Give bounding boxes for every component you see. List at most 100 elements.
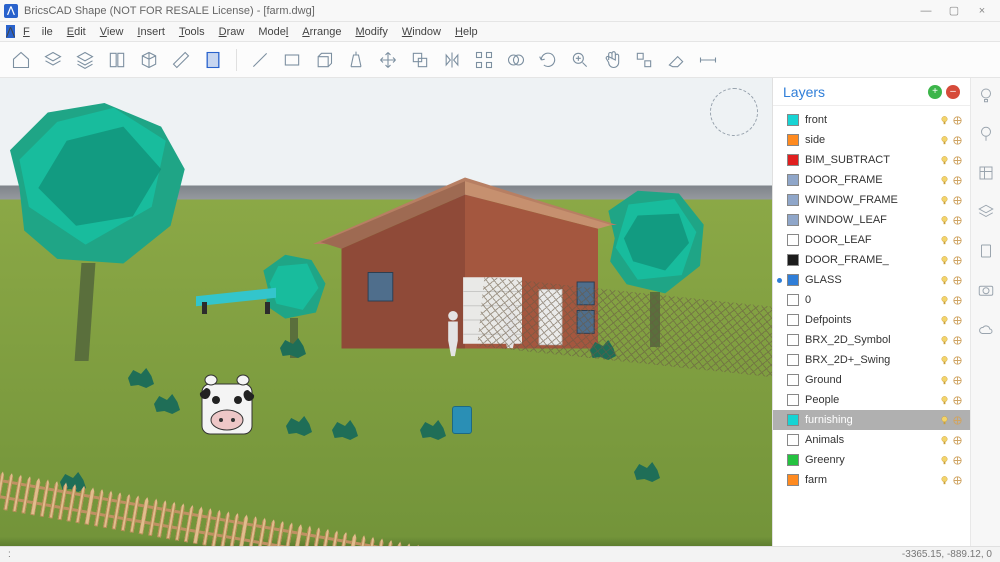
- view-compass-icon[interactable]: [710, 88, 758, 136]
- close-button[interactable]: ×: [968, 2, 996, 20]
- copy-icon[interactable]: [409, 49, 431, 71]
- menu-draw[interactable]: Draw: [213, 24, 251, 40]
- layer-row[interactable]: front: [773, 110, 970, 130]
- add-layer-button[interactable]: +: [928, 85, 942, 99]
- ruler-icon[interactable]: [170, 49, 192, 71]
- visibility-icon[interactable]: [938, 375, 951, 386]
- freeze-icon[interactable]: [951, 455, 964, 466]
- layer-row[interactable]: 0: [773, 290, 970, 310]
- line-icon[interactable]: [249, 49, 271, 71]
- menu-edit[interactable]: Edit: [61, 24, 92, 40]
- layers-stack-icon[interactable]: [42, 49, 64, 71]
- freeze-icon[interactable]: [951, 395, 964, 406]
- visibility-icon[interactable]: [938, 135, 951, 146]
- freeze-icon[interactable]: [951, 375, 964, 386]
- array-icon[interactable]: [473, 49, 495, 71]
- erase-icon[interactable]: [665, 49, 687, 71]
- cube-icon[interactable]: [138, 49, 160, 71]
- layer-row[interactable]: Animals: [773, 430, 970, 450]
- layer-row[interactable]: DOOR_FRAME: [773, 170, 970, 190]
- minimize-button[interactable]: —: [912, 2, 940, 20]
- visibility-icon[interactable]: [938, 155, 951, 166]
- mirror-icon[interactable]: [441, 49, 463, 71]
- visibility-icon[interactable]: [938, 215, 951, 226]
- visibility-icon[interactable]: [938, 335, 951, 346]
- visibility-icon[interactable]: [938, 275, 951, 286]
- visibility-icon[interactable]: [938, 195, 951, 206]
- freeze-icon[interactable]: [951, 295, 964, 306]
- maximize-button[interactable]: ▢: [940, 2, 968, 20]
- visibility-icon[interactable]: [938, 115, 951, 126]
- menu-window[interactable]: Window: [396, 24, 447, 40]
- layer-list[interactable]: frontsideBIM_SUBTRACTDOOR_FRAMEWINDOW_FR…: [773, 106, 970, 546]
- layers-stack2-icon[interactable]: [74, 49, 96, 71]
- freeze-icon[interactable]: [951, 135, 964, 146]
- rotate-icon[interactable]: [537, 49, 559, 71]
- layer-row[interactable]: BIM_SUBTRACT: [773, 150, 970, 170]
- menu-insert[interactable]: Insert: [131, 24, 171, 40]
- box-icon[interactable]: [313, 49, 335, 71]
- layer-row[interactable]: furnishing: [773, 410, 970, 430]
- visibility-icon[interactable]: [938, 355, 951, 366]
- layer-row[interactable]: GLASS: [773, 270, 970, 290]
- visibility-icon[interactable]: [938, 435, 951, 446]
- layer-row[interactable]: side: [773, 130, 970, 150]
- freeze-icon[interactable]: [951, 155, 964, 166]
- menu-arrange[interactable]: Arrange: [296, 24, 347, 40]
- app-menu-icon[interactable]: ⋀: [6, 25, 15, 38]
- visibility-icon[interactable]: [938, 475, 951, 486]
- freeze-icon[interactable]: [951, 215, 964, 226]
- move-icon[interactable]: [377, 49, 399, 71]
- menu-file[interactable]: File: [17, 24, 59, 40]
- visibility-icon[interactable]: [938, 255, 951, 266]
- freeze-icon[interactable]: [951, 355, 964, 366]
- layer-row[interactable]: WINDOW_LEAF: [773, 210, 970, 230]
- materials-icon[interactable]: [977, 164, 995, 187]
- home-icon[interactable]: [10, 49, 32, 71]
- menu-modify[interactable]: Modify: [349, 24, 393, 40]
- section-icon[interactable]: [202, 49, 224, 71]
- visibility-icon[interactable]: [938, 235, 951, 246]
- layer-row[interactable]: DOOR_FRAME_: [773, 250, 970, 270]
- stack-icon[interactable]: [977, 203, 995, 226]
- visibility-icon[interactable]: [938, 315, 951, 326]
- freeze-icon[interactable]: [951, 235, 964, 246]
- structure-icon[interactable]: [977, 242, 995, 265]
- layer-row[interactable]: Greenry: [773, 450, 970, 470]
- pan-icon[interactable]: [601, 49, 623, 71]
- layer-row[interactable]: Defpoints: [773, 310, 970, 330]
- menu-model[interactable]: Model: [252, 24, 294, 40]
- menu-view[interactable]: View: [94, 24, 130, 40]
- menu-tools[interactable]: Tools: [173, 24, 211, 40]
- freeze-icon[interactable]: [951, 475, 964, 486]
- layer-row[interactable]: DOOR_LEAF: [773, 230, 970, 250]
- visibility-icon[interactable]: [938, 395, 951, 406]
- freeze-icon[interactable]: [951, 335, 964, 346]
- freeze-icon[interactable]: [951, 175, 964, 186]
- layer-row[interactable]: Ground: [773, 370, 970, 390]
- freeze-icon[interactable]: [951, 275, 964, 286]
- measure-icon[interactable]: [697, 49, 719, 71]
- visibility-icon[interactable]: [938, 175, 951, 186]
- balloon-icon[interactable]: [977, 125, 995, 148]
- menu-help[interactable]: Help: [449, 24, 484, 40]
- select-icon[interactable]: [633, 49, 655, 71]
- freeze-icon[interactable]: [951, 255, 964, 266]
- visibility-icon[interactable]: [938, 415, 951, 426]
- layer-row[interactable]: BRX_2D+_Swing: [773, 350, 970, 370]
- layer-row[interactable]: BRX_2D_Symbol: [773, 330, 970, 350]
- book-icon[interactable]: [106, 49, 128, 71]
- union-icon[interactable]: [505, 49, 527, 71]
- layer-row[interactable]: farm: [773, 470, 970, 490]
- freeze-icon[interactable]: [951, 415, 964, 426]
- remove-layer-button[interactable]: –: [946, 85, 960, 99]
- visibility-icon[interactable]: [938, 455, 951, 466]
- rect-icon[interactable]: [281, 49, 303, 71]
- visibility-icon[interactable]: [938, 295, 951, 306]
- 3d-viewport[interactable]: [0, 78, 772, 546]
- cloud-icon[interactable]: [977, 320, 995, 343]
- freeze-icon[interactable]: [951, 115, 964, 126]
- extrude-icon[interactable]: [345, 49, 367, 71]
- layer-row[interactable]: WINDOW_FRAME: [773, 190, 970, 210]
- bulb-icon[interactable]: [977, 86, 995, 109]
